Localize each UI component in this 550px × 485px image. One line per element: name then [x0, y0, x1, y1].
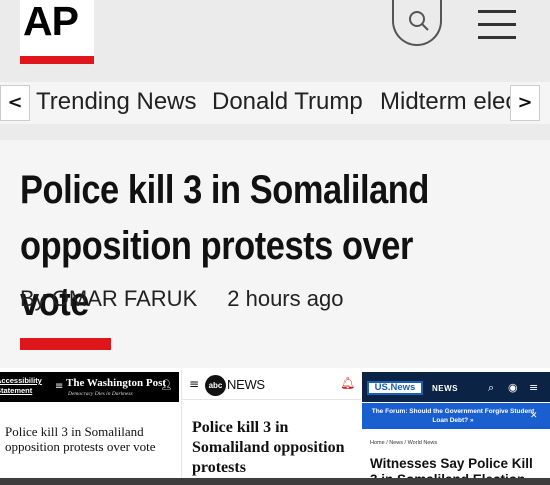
trending-item-midterm-elections[interactable]: Midterm elec — [380, 88, 517, 116]
byline-timestamp: 2 hours ago — [227, 286, 344, 311]
forum-banner-text: The Forum: Should the Government Forgive… — [371, 408, 535, 424]
bottom-edge — [0, 478, 550, 485]
usn-logo[interactable]: US.News — [367, 381, 423, 395]
menu-icon[interactable]: ≡ — [189, 377, 199, 391]
menu-icon[interactable]: ≡ — [55, 381, 63, 392]
ap-header: AP — [0, 0, 550, 66]
abc-news-panel: ≡ abc NEWS 🔔︎ Police kill 3 in Somalilan… — [181, 370, 361, 485]
user-icon[interactable]: ◉ — [508, 381, 518, 394]
abc-headline[interactable]: Police kill 3 in Somaliland opposition p… — [192, 418, 360, 478]
usn-section-label[interactable]: NEWS — [432, 384, 458, 393]
abc-header: ≡ abc NEWS 🔔︎ — [182, 370, 361, 400]
abc-logo-mark[interactable]: abc — [205, 375, 226, 396]
trending-nav: < Trending News Donald Trump Midterm ele… — [0, 82, 550, 124]
us-news-panel: US.News NEWS ⌕ ◉ ≡ The Forum: Should the… — [362, 370, 550, 485]
usn-header: US.News NEWS ⌕ ◉ ≡ — [362, 372, 550, 402]
close-icon[interactable]: ✕ — [530, 411, 538, 421]
forum-banner[interactable]: The Forum: Should the Government Forgive… — [362, 403, 550, 429]
washington-post-panel: Accessibility Statement ≡ The Washington… — [0, 370, 179, 485]
trending-item-trending-news[interactable]: Trending News — [36, 88, 197, 116]
ap-logo-red-bar — [20, 56, 94, 64]
search-button[interactable] — [392, 0, 442, 46]
usn-headline-line-1: Witnesses Say Police Kill — [370, 456, 533, 471]
trending-next-arrow[interactable]: > — [510, 85, 540, 121]
accessibility-statement-link[interactable]: Accessibility Statement — [0, 376, 46, 396]
trending-item-donald-trump[interactable]: Donald Trump — [212, 88, 363, 116]
user-icon[interactable]: 👤︎ — [160, 380, 173, 391]
news-panels: Accessibility Statement ≡ The Washington… — [0, 370, 550, 485]
menu-icon[interactable]: ≡ — [529, 381, 538, 394]
article-byline: By OMAR FARUK 2 hours ago — [20, 286, 343, 312]
ap-screenshot: AP < Trending News Donald Trump Midterm … — [0, 0, 550, 368]
red-divider — [20, 338, 111, 350]
search-icon — [409, 11, 429, 31]
wp-header: Accessibility Statement ≡ The Washington… — [0, 372, 179, 402]
menu-icon[interactable] — [478, 6, 516, 39]
abc-logo-word[interactable]: NEWS — [227, 377, 265, 392]
wp-logo[interactable]: The Washington Post — [66, 377, 166, 389]
bell-icon[interactable]: 🔔︎ — [340, 376, 355, 390]
wp-tagline: Democracy Dies in Darkness — [68, 391, 133, 397]
search-icon[interactable]: ⌕ — [488, 381, 494, 395]
trending-prev-arrow[interactable]: < — [0, 85, 30, 121]
wp-headline[interactable]: Police kill 3 in Somaliland opposition p… — [5, 424, 177, 454]
breadcrumb[interactable]: Home / News / World News — [370, 440, 437, 446]
byline-author[interactable]: By OMAR FARUK — [20, 286, 197, 311]
ap-logo[interactable]: AP — [20, 0, 94, 64]
ap-logo-text: AP — [23, 0, 79, 44]
